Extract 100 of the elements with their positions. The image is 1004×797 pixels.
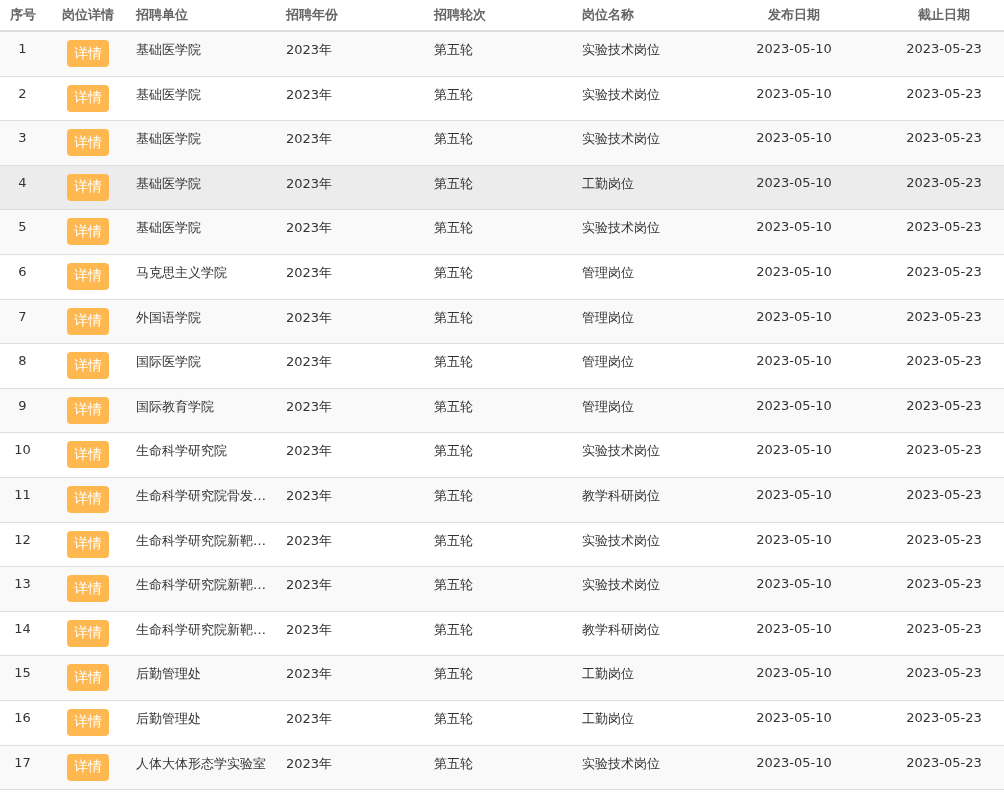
- table-cell-text: 2023-05-10: [755, 218, 833, 235]
- table-cell-text: 2023-05-23: [905, 619, 983, 636]
- table-cell-text: 实验技术岗位: [581, 85, 661, 104]
- table-cell-text: 2023-05-10: [755, 40, 833, 56]
- table-cell-text: 4: [17, 173, 28, 190]
- table-cell-text: 第五轮: [433, 531, 474, 550]
- table-cell-text: 实验技术岗位: [581, 130, 661, 149]
- details-button[interactable]: 详情: [66, 40, 109, 67]
- table-cell-text: 2023-05-23: [905, 84, 983, 101]
- details-button[interactable]: 详情: [66, 173, 109, 201]
- table-cell-text: 2023-05-23: [905, 352, 983, 369]
- table-cell-text: 2023-05-23: [905, 218, 983, 235]
- table-cell-text: 后勤管理处: [135, 709, 202, 728]
- table-cell-text: 第五轮: [433, 174, 474, 193]
- details-button[interactable]: 详情: [66, 218, 109, 246]
- table-cell-text: 2023年: [285, 353, 334, 372]
- table-cell-text: 2023年: [285, 486, 334, 505]
- column-header: 发布日期: [767, 6, 821, 24]
- table-cell-text: 2023-05-23: [905, 129, 983, 146]
- table-cell-text: 第五轮: [433, 576, 474, 595]
- table-cell-text: 2023年: [285, 576, 334, 595]
- table-cell-text: 第五轮: [433, 442, 474, 461]
- table-cell-text: 2023-05-10: [755, 262, 833, 279]
- table-cell-text: 2023-05-10: [755, 485, 833, 502]
- details-button[interactable]: 详情: [66, 619, 109, 647]
- table-cell-text: 6: [17, 262, 28, 279]
- details-button[interactable]: 详情: [66, 262, 109, 290]
- table-cell-text: 2023年: [285, 397, 334, 416]
- table-cell-text: 14: [13, 619, 32, 636]
- table-cell-text: 2: [17, 84, 28, 101]
- table-cell-text: 2023-05-10: [755, 307, 833, 324]
- table-cell-text: 2023-05-23: [905, 753, 983, 770]
- table-cell-text: 基础医学院: [135, 85, 202, 104]
- table-cell-text: 第五轮: [433, 130, 474, 149]
- table-cell-text: 3: [17, 129, 28, 146]
- table-cell-text: 2023-05-23: [905, 441, 983, 458]
- column-header: 序号: [8, 6, 37, 24]
- table-cell-text: 第五轮: [433, 665, 474, 684]
- table-cell-text: 2023-05-10: [755, 84, 833, 101]
- details-button[interactable]: 详情: [66, 352, 109, 380]
- table-cell-text: 第五轮: [433, 397, 474, 416]
- table-cell-text: 2023-05-23: [905, 40, 983, 56]
- table-cell-text: 管理岗位: [581, 308, 635, 327]
- table-cell-text: 实验技术岗位: [581, 41, 661, 59]
- details-button[interactable]: 详情: [66, 753, 109, 781]
- table-cell-text: 2023-05-10: [755, 173, 833, 190]
- table-cell-text: 2023-05-23: [905, 173, 983, 190]
- table-cell-text: 管理岗位: [581, 397, 635, 416]
- table-cell-text: 后勤管理处: [135, 665, 202, 684]
- table-cell-text: 第五轮: [433, 486, 474, 505]
- details-button[interactable]: 详情: [66, 575, 109, 603]
- table-cell-text: 17: [13, 753, 32, 770]
- table-cell-text: 实验技术岗位: [581, 442, 661, 461]
- table-cell-text: 实验技术岗位: [581, 531, 661, 550]
- table-cell-text: 2023-05-10: [755, 530, 833, 547]
- table-cell-text: 实验技术岗位: [581, 576, 661, 595]
- table-cell-text: 第五轮: [433, 754, 474, 773]
- table-cell-text: 2023-05-10: [755, 664, 833, 681]
- column-header: 岗位名称: [581, 6, 635, 24]
- table-cell-text: 生命科学研究院新靶…: [135, 531, 267, 550]
- details-button[interactable]: 详情: [66, 664, 109, 692]
- table-cell-text: 工勤岗位: [581, 174, 635, 193]
- table-cell-text: 第五轮: [433, 353, 474, 372]
- column-header: 岗位详情: [60, 6, 115, 24]
- table-cell-text: 第五轮: [433, 85, 474, 104]
- table-cell-text: 13: [13, 575, 32, 592]
- table-cell-text: 基础医学院: [135, 41, 202, 59]
- table-cell-text: 工勤岗位: [581, 709, 635, 728]
- table-cell-text: 第五轮: [433, 41, 474, 59]
- table-cell-text: 8: [17, 352, 28, 369]
- column-header: 招聘轮次: [432, 6, 487, 24]
- details-button[interactable]: 详情: [66, 485, 109, 513]
- table-cell-text: 2023-05-10: [755, 129, 833, 146]
- table-cell-text: 2023-05-10: [755, 575, 833, 592]
- table-cell-text: 2023年: [285, 620, 334, 639]
- details-button[interactable]: 详情: [66, 441, 109, 469]
- details-button[interactable]: 详情: [66, 84, 109, 112]
- table-cell-text: 10: [13, 441, 32, 458]
- table-cell-text: 2023-05-23: [905, 530, 983, 547]
- table-cell-text: 第五轮: [433, 620, 474, 639]
- details-button[interactable]: 详情: [66, 530, 109, 558]
- table-cell-text: 2023年: [285, 130, 334, 149]
- details-button[interactable]: 详情: [66, 708, 109, 736]
- table-cell-text: 2023-05-23: [905, 396, 983, 413]
- table-cell-text: 人体大体形态学实验室: [135, 754, 267, 773]
- table-cell-text: 2023-05-10: [755, 708, 833, 725]
- details-button[interactable]: 详情: [66, 396, 109, 424]
- table-cell-text: 管理岗位: [581, 353, 635, 372]
- details-button[interactable]: 详情: [66, 129, 109, 157]
- table-cell-text: 7: [17, 307, 28, 324]
- table-cell-text: 基础医学院: [135, 174, 202, 193]
- table-cell-text: 教学科研岗位: [581, 486, 661, 505]
- table-cell-text: 生命科学研究院骨发…: [135, 486, 267, 505]
- details-button[interactable]: 详情: [66, 307, 109, 335]
- table-cell-text: 9: [17, 396, 28, 413]
- table-cell-text: 马克思主义学院: [135, 263, 228, 282]
- table-cell-text: 2023年: [285, 442, 334, 461]
- table-cell-text: 第五轮: [433, 219, 474, 238]
- table-cell-text: 2023-05-23: [905, 664, 983, 681]
- table-cell-text: 5: [17, 218, 28, 235]
